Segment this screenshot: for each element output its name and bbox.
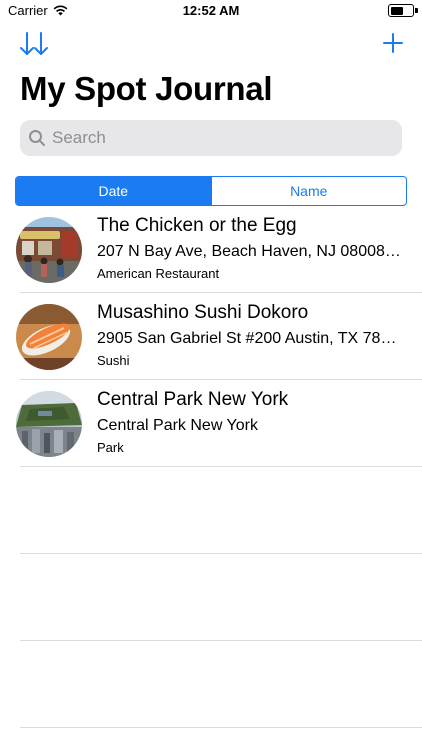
spot-address: 207 N Bay Ave, Beach Haven, NJ 08008, Un…	[97, 243, 402, 260]
sushi-photo	[16, 304, 82, 370]
add-spot-button[interactable]	[382, 32, 404, 54]
spot-row-central-park[interactable]: Central Park New York Central Park New Y…	[0, 380, 422, 467]
spot-address: 2905 San Gabriel St #200 Austin, TX 7870…	[97, 330, 402, 347]
navigation-bar	[0, 22, 422, 66]
segment-name[interactable]: Name	[210, 177, 407, 205]
central-park-aerial-photo	[16, 391, 82, 457]
spot-category: Park	[97, 440, 124, 455]
status-time: 12:52 AM	[182, 3, 240, 18]
search-icon	[29, 130, 45, 146]
sort-button[interactable]	[18, 30, 50, 58]
spot-list: The Chicken or the Egg 207 N Bay Ave, Be…	[0, 206, 422, 728]
empty-row	[0, 554, 422, 641]
sort-segmented-control: Date Name	[15, 176, 407, 206]
spot-title: Central Park New York	[97, 389, 289, 410]
empty-row	[0, 467, 422, 554]
spot-row-musashino-sushi[interactable]: Musashino Sushi Dokoro 2905 San Gabriel …	[0, 293, 422, 380]
empty-row	[0, 641, 422, 728]
spot-title: Musashino Sushi Dokoro	[97, 302, 309, 323]
spot-row-chicken-or-the-egg[interactable]: The Chicken or the Egg 207 N Bay Ave, Be…	[0, 206, 422, 293]
spot-category: Sushi	[97, 353, 130, 368]
restaurant-storefront-photo	[16, 217, 82, 283]
plus-icon	[383, 33, 403, 53]
status-bar: Carrier 12:52 AM	[0, 0, 422, 22]
page-title: My Spot Journal	[20, 70, 273, 107]
spot-row-text: Central Park New York Central Park New Y…	[97, 389, 402, 456]
search-bar[interactable]	[20, 120, 402, 156]
battery-icon	[388, 4, 418, 17]
spot-row-text: The Chicken or the Egg 207 N Bay Ave, Be…	[97, 215, 402, 282]
spot-address: Central Park New York	[97, 417, 258, 434]
segment-date[interactable]: Date	[16, 177, 211, 205]
sort-down-arrows-icon	[20, 32, 48, 55]
spot-title: The Chicken or the Egg	[97, 215, 297, 236]
spot-category: American Restaurant	[97, 266, 220, 281]
spot-row-text: Musashino Sushi Dokoro 2905 San Gabriel …	[97, 302, 402, 369]
search-input[interactable]	[52, 128, 382, 148]
